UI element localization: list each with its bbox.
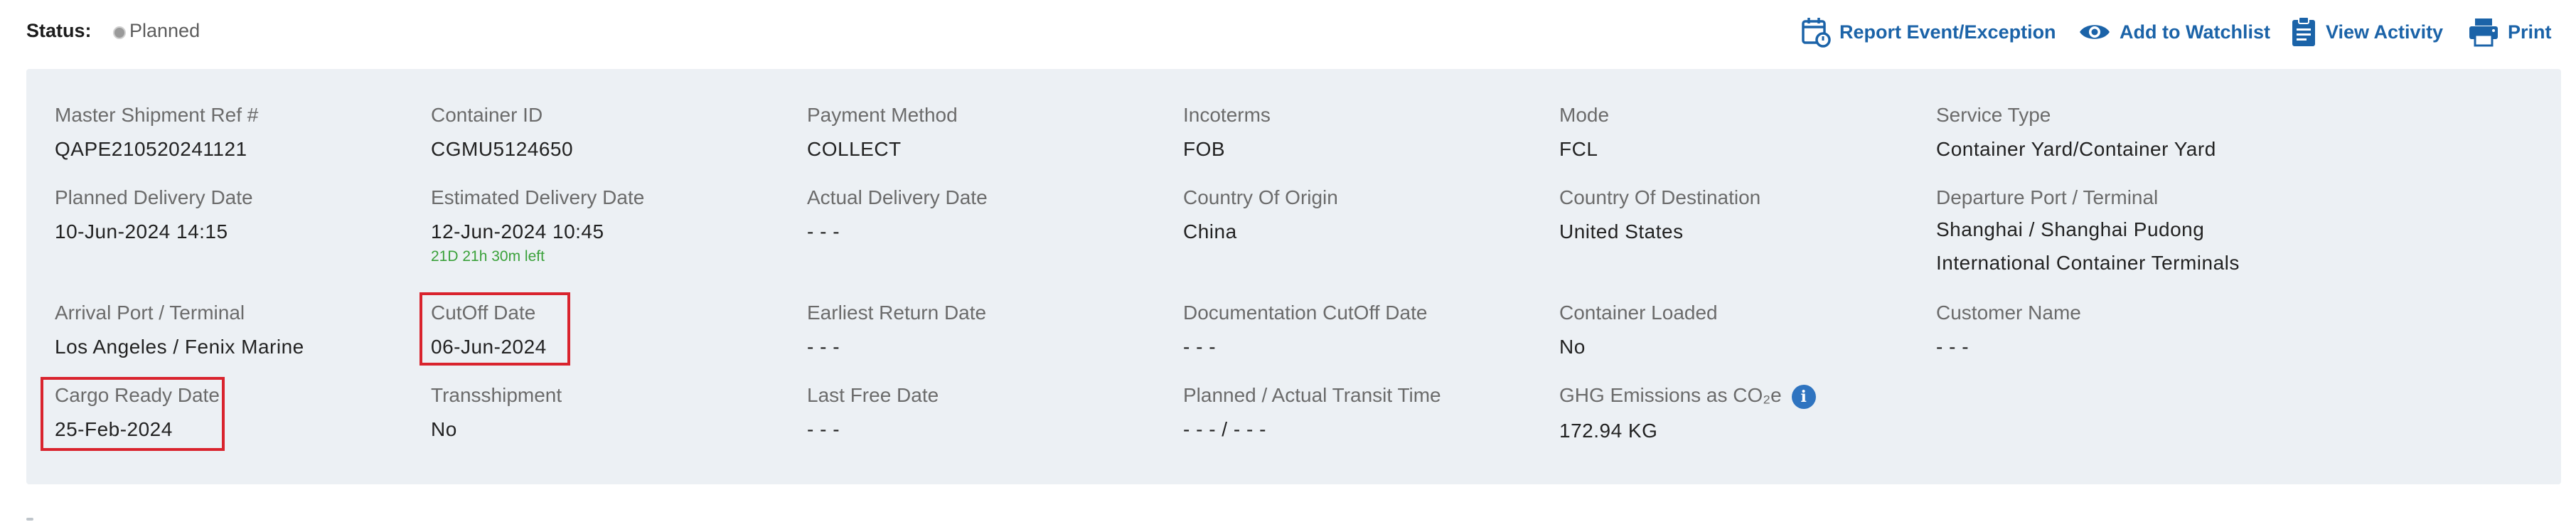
header-bar: Status: Planned Report Event/Exception A… [0, 0, 2576, 64]
field-label: Estimated Delivery Date [431, 186, 645, 208]
ghg-label-text: GHG Emissions as CO₂e [1559, 384, 1782, 406]
field-label: Planned Delivery Date [55, 186, 253, 208]
report-event-label: Report Event/Exception [1839, 21, 2056, 43]
transshipment-field: Transshipment No [431, 383, 562, 442]
field-label: Country Of Destination [1559, 186, 1761, 208]
field-label: Master Shipment Ref # [55, 104, 259, 126]
view-activity-button[interactable]: View Activity [2290, 16, 2443, 48]
earliest-return-date-field: Earliest Return Date - - - [807, 301, 986, 359]
printer-icon [2468, 17, 2499, 47]
info-icon[interactable]: i [1791, 384, 1816, 409]
field-value: Los Angeles / Fenix Marine [55, 336, 304, 358]
field-value: COLLECT [807, 138, 902, 160]
status-value: Planned [129, 20, 201, 41]
country-of-origin-field: Country Of Origin China [1183, 186, 1338, 244]
field-value: - - - [1936, 336, 1970, 358]
container-id-field: Container ID CGMU5124650 [431, 103, 573, 161]
status-label: Status: [26, 20, 92, 41]
field-label: Country Of Origin [1183, 186, 1338, 208]
field-label: Departure Port / Terminal [1936, 186, 2159, 208]
field-value: 172.94 KG [1559, 419, 1658, 442]
actual-delivery-date-field: Actual Delivery Date - - - [807, 186, 988, 244]
field-label: Incoterms [1183, 104, 1271, 126]
field-label: Container Loaded [1559, 302, 1718, 324]
field-label: Service Type [1936, 104, 2051, 126]
clipboard-icon [2290, 16, 2317, 48]
field-value: 10-Jun-2024 14:15 [55, 220, 228, 243]
field-value: - - - [1183, 336, 1217, 358]
field-value: - - - / - - - [1183, 418, 1266, 440]
documentation-cutoff-date-field: Documentation CutOff Date - - - [1183, 301, 1427, 359]
field-label: Transshipment [431, 384, 562, 406]
field-label: Actual Delivery Date [807, 186, 988, 208]
field-label: GHG Emissions as CO₂e i [1559, 383, 1816, 409]
transit-time-field: Planned / Actual Transit Time - - - / - … [1183, 383, 1441, 442]
service-type-field: Service Type Container Yard/Container Ya… [1936, 103, 2216, 161]
calendar-alert-icon [1801, 16, 1831, 48]
add-to-watchlist-button[interactable]: Add to Watchlist [2078, 16, 2270, 48]
field-value: Shanghai / Shanghai Pudong International… [1936, 218, 2240, 274]
print-label: Print [2508, 21, 2552, 43]
field-label: Planned / Actual Transit Time [1183, 384, 1441, 406]
field-value: China [1183, 220, 1237, 243]
field-value: QAPE210520241121 [55, 138, 247, 160]
estimated-delivery-date-field: Estimated Delivery Date 12-Jun-2024 10:4… [431, 186, 644, 265]
cutoff-date-highlight [419, 292, 570, 366]
container-loaded-field: Container Loaded No [1559, 301, 1718, 359]
field-label: Earliest Return Date [807, 302, 987, 324]
field-value: United States [1559, 220, 1684, 243]
time-left-indicator: 21D 21h 30m left [431, 248, 545, 265]
scroll-stub [26, 518, 33, 521]
field-label: Customer Name [1936, 302, 2081, 324]
mode-field: Mode FCL [1559, 103, 1609, 161]
field-label: Payment Method [807, 104, 958, 126]
field-value: - - - [807, 220, 840, 243]
country-of-destination-field: Country Of Destination United States [1559, 186, 1760, 244]
field-value: Container Yard/Container Yard [1936, 138, 2216, 160]
field-value: - - - [807, 336, 840, 358]
field-label: Arrival Port / Terminal [55, 302, 245, 324]
add-to-watchlist-label: Add to Watchlist [2120, 21, 2270, 43]
field-value: - - - [807, 418, 840, 440]
last-free-date-field: Last Free Date - - - [807, 383, 939, 442]
view-activity-label: View Activity [2326, 21, 2444, 43]
cargo-ready-date-highlight [41, 377, 225, 451]
arrival-port-field: Arrival Port / Terminal Los Angeles / Fe… [55, 301, 304, 359]
planned-delivery-date-field: Planned Delivery Date 10-Jun-2024 14:15 [55, 186, 253, 244]
field-value: FOB [1183, 138, 1226, 160]
field-value: FCL [1559, 138, 1598, 160]
customer-name-field: Customer Name - - - [1936, 301, 2081, 359]
field-label: Documentation CutOff Date [1183, 302, 1428, 324]
ghg-emissions-field: GHG Emissions as CO₂e i 172.94 KG [1559, 383, 1816, 443]
field-label: Container ID [431, 104, 543, 126]
payment-method-field: Payment Method COLLECT [807, 103, 958, 161]
incoterms-field: Incoterms FOB [1183, 103, 1271, 161]
field-value: No [1559, 336, 1586, 358]
field-value: No [431, 418, 457, 440]
master-shipment-ref-field: Master Shipment Ref # QAPE210520241121 [55, 103, 258, 161]
field-label: Mode [1559, 104, 1610, 126]
eye-icon [2078, 20, 2111, 44]
field-value: 12-Jun-2024 10:45 [431, 220, 604, 243]
report-event-button[interactable]: Report Event/Exception [1801, 16, 2056, 48]
status-dot-icon [113, 26, 126, 39]
field-value: CGMU5124650 [431, 138, 574, 160]
departure-port-field: Departure Port / Terminal Shanghai / Sha… [1936, 186, 2306, 280]
field-label: Last Free Date [807, 384, 939, 406]
print-button[interactable]: Print [2468, 16, 2552, 48]
